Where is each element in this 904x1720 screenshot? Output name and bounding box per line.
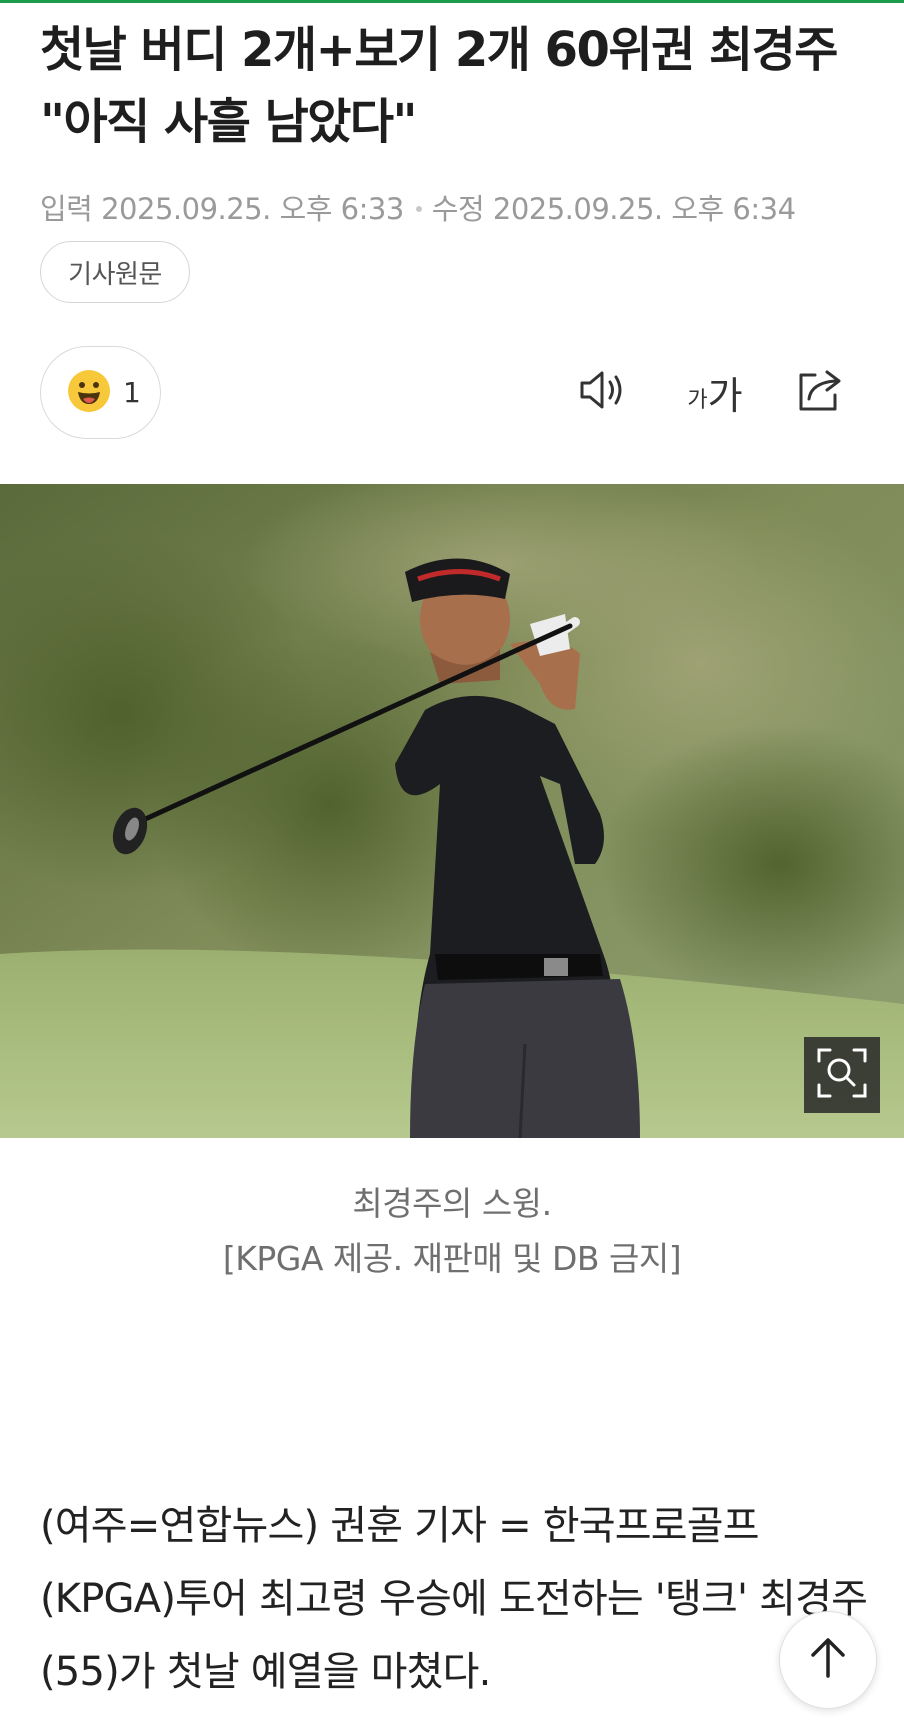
modified-label: 수정 <box>431 192 485 226</box>
smiley-face-icon <box>67 369 111 417</box>
zoom-search-icon <box>816 1047 868 1103</box>
published-label: 입력 <box>40 192 93 226</box>
reaction-count: 1 <box>123 376 141 409</box>
top-accent-line <box>0 0 904 3</box>
original-article-button[interactable]: 기사원문 <box>40 241 190 303</box>
arrow-up-icon <box>808 1636 848 1684</box>
photo-zoom-button[interactable] <box>804 1037 880 1113</box>
photo-caption: 최경주의 스윙. [KPGA 제공. 재판매 및 DB 금지] <box>0 1176 904 1286</box>
modified-time: 2025.09.25. 오후 6:34 <box>492 192 796 226</box>
text-to-speech-button[interactable] <box>574 360 634 424</box>
reaction-button[interactable]: 1 <box>40 346 161 439</box>
article-meta: 입력 2025.09.25. 오후 6:33 수정 2025.09.25. 오후 … <box>40 186 796 228</box>
article-body-paragraph: (여주=연합뉴스) 권훈 기자 = 한국프로골프(KPGA)투어 최고령 우승에… <box>40 1503 868 1695</box>
scroll-to-top-button[interactable] <box>779 1611 877 1709</box>
article-headline: 첫날 버디 2개+보기 2개 60위권 최경주 "아직 사흘 남았다" <box>40 22 838 150</box>
meta-separator-dot <box>415 206 422 212</box>
speaker-icon <box>578 368 630 416</box>
share-button[interactable] <box>790 360 850 424</box>
published-time: 2025.09.25. 오후 6:33 <box>101 192 404 226</box>
golfer-swing-photo[interactable] <box>0 484 904 1138</box>
share-icon <box>795 367 845 417</box>
font-size-large-label: 가 <box>707 373 743 418</box>
caption-line-2: [KPGA 제공. 재판매 및 DB 금지] <box>222 1239 682 1278</box>
font-size-small-label: 가 <box>687 388 708 413</box>
font-size-button[interactable]: 가 가 <box>680 360 750 424</box>
caption-line-1: 최경주의 스윙. <box>352 1184 552 1223</box>
